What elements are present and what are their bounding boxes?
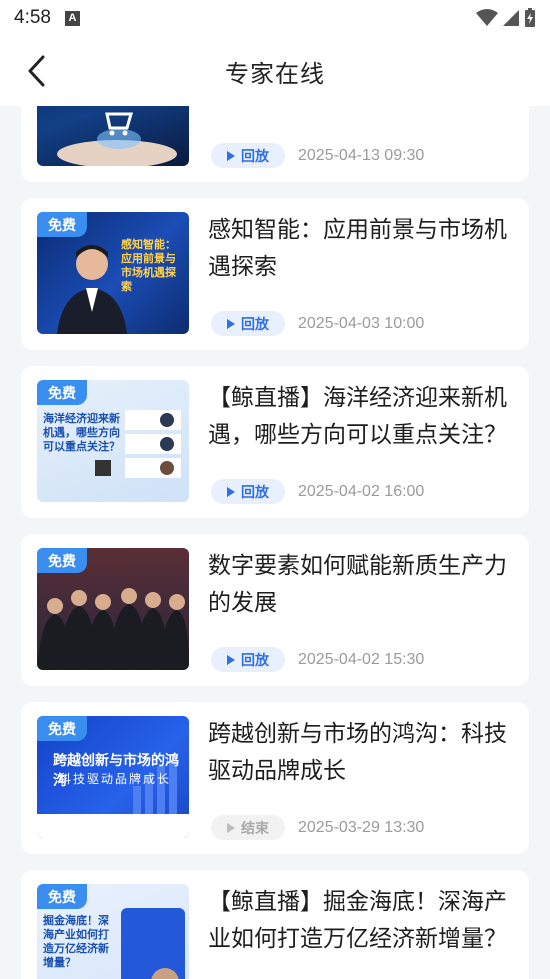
status-badge[interactable]: 回放 (211, 143, 285, 168)
thumbnail-image: 免费 感知智能：应用前景与市场机遇探索 (37, 212, 189, 334)
status-time: 4:58 (14, 7, 51, 28)
play-icon (227, 822, 235, 833)
free-tag: 免费 (37, 716, 87, 741)
status-badge[interactable]: 回放 (211, 479, 285, 504)
status-bar: 4:58 A (0, 0, 550, 36)
item-title: 【鲸直播】掘金海底！深海产业如何打造万亿经济新增量？ (208, 889, 507, 952)
status-icons (476, 8, 536, 28)
thumbnail-title: 掘金海底！深海产业如何打造万亿经济新增量？ (43, 914, 109, 969)
status-label: 回放 (241, 316, 269, 333)
cart-icon (57, 112, 177, 166)
thumbnail-image: 免费 海洋经济迎来新机遇，哪些方向可以重点关注？ (37, 380, 189, 502)
status-badge[interactable]: 结束 (211, 815, 285, 840)
item-time: 2025-04-13 09:30 (298, 147, 425, 164)
thumbnail-image: 免费 (37, 548, 189, 670)
item-title: 数字要素如何赋能新质生产力的发展 (208, 553, 507, 616)
thumbnail-title: 海洋经济迎来新机遇，哪些方向可以重点关注？ (43, 412, 120, 453)
item-title: 【鲸直播】海洋经济迎来新机遇，哪些方向可以重点关注？ (208, 385, 507, 448)
signal-icon (503, 10, 519, 26)
thumbnail-image (37, 106, 189, 166)
free-tag: 免费 (37, 212, 87, 237)
free-tag: 免费 (37, 380, 87, 405)
page-title: 专家在线 (225, 59, 325, 88)
wifi-icon (476, 9, 498, 26)
status-label: 回放 (241, 652, 269, 669)
thumbnail-image: 免费 掘金海底！深海产业如何打造万亿经济新增量？ (37, 884, 189, 979)
list-item[interactable]: 免费 感知智能：应用前景与市场机遇探索 感知智能：应用前景与市场机遇探索 回放 … (21, 198, 529, 350)
list-item[interactable]: 免费 掘金海底！深海产业如何打造万亿经济新增量？ 【鲸直播】掘金海底！深海产业如… (21, 870, 529, 979)
list-item[interactable]: 免费 跨越创新与市场的鸿沟 科技驱动品牌成长 跨越创新与市场的鸿沟：科技驱动品牌… (21, 702, 529, 854)
thumbnail-title: 感知智能：应用前景与市场机遇探索 (121, 238, 176, 293)
list-item[interactable]: 免费 数字要素如何赋能新质生产力的发展 回放 2025-04-02 15:30 (21, 534, 529, 686)
item-time: 2025-04-02 15:30 (298, 651, 425, 668)
nav-bar: 专家在线 (0, 36, 550, 106)
status-label: 结束 (241, 820, 269, 837)
item-time: 2025-03-29 13:30 (298, 819, 425, 836)
play-icon (227, 486, 235, 497)
thumbnail-image: 免费 跨越创新与市场的鸿沟 科技驱动品牌成长 (37, 716, 189, 838)
list-item[interactable]: 免费 海洋经济迎来新机遇，哪些方向可以重点关注？ 【鲸直播】海洋经济迎来新机遇，… (21, 366, 529, 518)
thumbnail-subtitle: 科技驱动品牌成长 (59, 772, 172, 786)
status-badge[interactable]: 回放 (211, 647, 285, 672)
list-item[interactable]: 回放 2025-04-13 09:30 (21, 106, 529, 182)
status-label: 回放 (241, 484, 269, 501)
item-time: 2025-04-03 10:00 (298, 315, 425, 332)
notification-icon: A (64, 10, 80, 26)
play-icon (227, 150, 235, 161)
expert-list: 回放 2025-04-13 09:30 免费 感知智能：应用前景与市场机遇探索 … (0, 106, 550, 979)
battery-icon (525, 8, 535, 27)
item-title: 感知智能：应用前景与市场机遇探索 (208, 217, 507, 280)
item-title: 跨越创新与市场的鸿沟：科技驱动品牌成长 (208, 721, 507, 784)
play-icon (227, 318, 235, 329)
free-tag: 免费 (37, 884, 87, 909)
back-button[interactable] (22, 54, 52, 88)
free-tag: 免费 (37, 548, 87, 573)
status-badge[interactable]: 回放 (211, 311, 285, 336)
chevron-left-icon (28, 55, 45, 87)
item-time: 2025-04-02 16:00 (298, 483, 425, 500)
status-label: 回放 (241, 148, 269, 165)
play-icon (227, 654, 235, 665)
